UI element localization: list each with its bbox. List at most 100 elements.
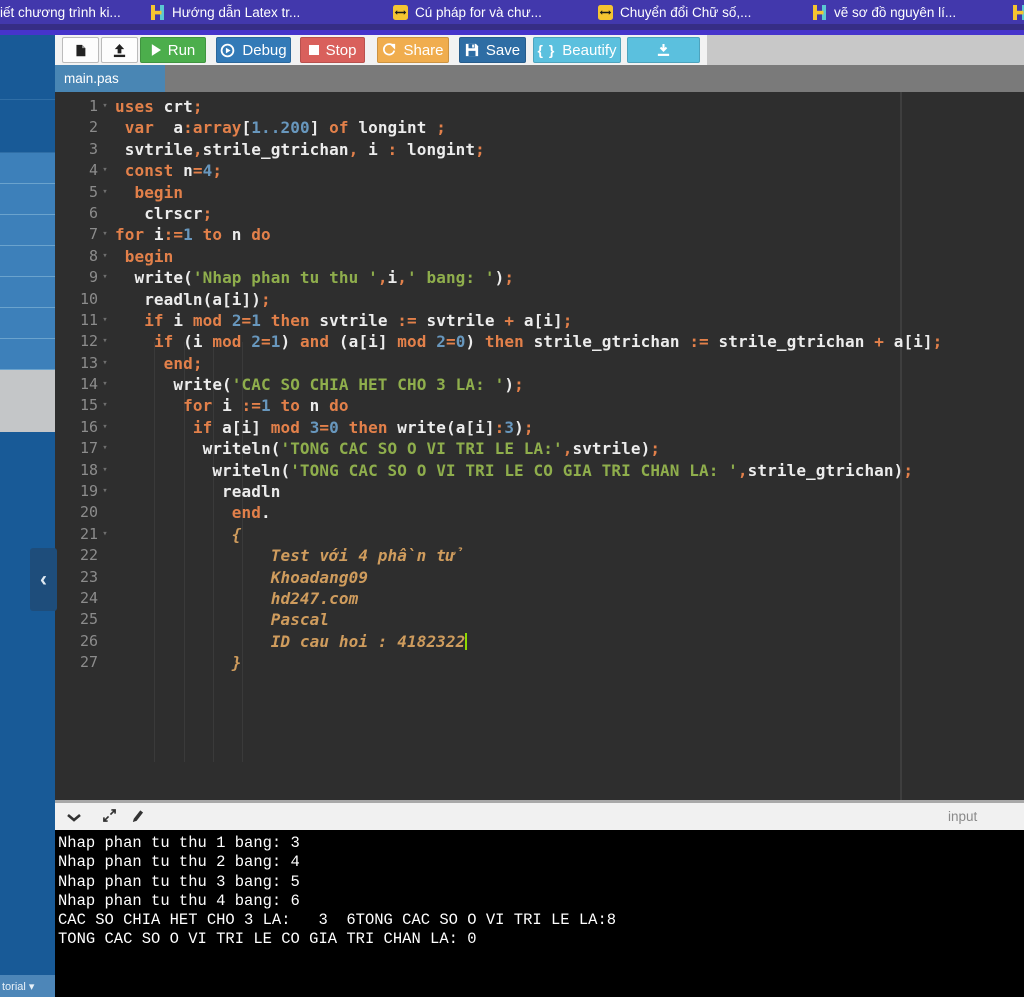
code-line[interactable]: 16 ▾ if a[i] mod 3=0 then write(a[i]:3); (55, 417, 1024, 438)
fold-caret-icon[interactable]: ▾ (98, 438, 112, 459)
code-text: end; (163, 353, 203, 373)
bookmark-item[interactable]: Hướng dẫn Latex tr... (150, 0, 300, 24)
line-number: 22 (79, 546, 98, 565)
code-line[interactable]: 4 ▾ const n=4; (55, 160, 1024, 181)
gutter-cell: 9 ▾ (55, 267, 115, 288)
code-text: end. (231, 503, 271, 523)
code-line[interactable]: 19 ▾ readln (55, 481, 1024, 502)
sidebar-row[interactable] (0, 184, 55, 215)
fold-caret-icon[interactable]: ▾ (98, 481, 112, 502)
console-output[interactable]: Nhap phan tu thu 1 bang: 3 Nhap phan tu t… (55, 830, 1024, 997)
sidebar-row[interactable] (0, 153, 55, 184)
code-line[interactable]: 27 } (55, 652, 1024, 673)
play-icon (151, 44, 161, 56)
sidebar-footer-link[interactable]: torial ▾ (0, 975, 55, 997)
bookmark-item[interactable] (1012, 0, 1024, 24)
beautify-button[interactable]: { } Beautify (533, 37, 621, 63)
sidebar-row[interactable] (0, 308, 55, 339)
console-collapse-button[interactable] (65, 810, 83, 826)
bookmark-item[interactable]: iết chương trình ki... (0, 0, 121, 24)
sidebar-row[interactable] (0, 370, 55, 432)
fold-caret-empty (98, 289, 112, 310)
code-line[interactable]: 22 Test với 4 phần tử (55, 545, 1024, 566)
expand-icon (102, 809, 116, 827)
sidebar-row[interactable] (0, 246, 55, 277)
code-line[interactable]: 5 ▾ begin (55, 182, 1024, 203)
code-line[interactable]: 23 Khoadang09 (55, 567, 1024, 588)
code-line[interactable]: 12 ▾ if (i mod 2=1) and (a[i] mod 2=0) th… (55, 331, 1024, 352)
console-input-label: input (948, 809, 978, 824)
bookmark-item[interactable]: Chuyển đổi Chữ số,... (598, 0, 751, 24)
tab-filename: main.pas (64, 71, 119, 86)
fold-caret-icon[interactable]: ▾ (98, 224, 112, 245)
fold-caret-icon[interactable]: ▾ (98, 246, 112, 267)
code-line[interactable]: 26 ID cau hoi : 4182322 (55, 631, 1024, 652)
sidebar-row[interactable] (0, 100, 55, 153)
line-number: 25 (79, 610, 98, 629)
bookmark-item[interactable]: vẽ sơ đồ nguyên lí... (812, 0, 956, 24)
line-number: 15 (79, 396, 98, 415)
line-number: 1 (88, 97, 98, 115)
code-line[interactable]: 24 hd247.com (55, 588, 1024, 609)
code-line[interactable]: 20 end. (55, 502, 1024, 523)
gutter-cell: 23 (55, 567, 115, 588)
pen-icon (131, 809, 144, 827)
fold-caret-icon[interactable]: ▾ (98, 460, 112, 481)
upload-button[interactable] (101, 37, 138, 63)
fold-caret-icon[interactable]: ▾ (98, 267, 112, 288)
new-file-button[interactable] (62, 37, 99, 63)
fold-caret-icon[interactable]: ▾ (98, 331, 112, 352)
collapse-sidebar-button[interactable]: ‹ (30, 548, 57, 611)
debug-button[interactable]: Debug (216, 37, 291, 63)
code-editor[interactable]: 1 ▾ uses crt; 2 var a:array[1..200] of long… (55, 92, 1024, 800)
code-line[interactable]: 6 clrscr; (55, 203, 1024, 224)
code-line[interactable]: 21 ▾ { (55, 524, 1024, 545)
fold-caret-icon[interactable]: ▾ (98, 395, 112, 416)
code-line[interactable]: 18 ▾ writeln('TONG CAC SO O VI TRI LE CO … (55, 460, 1024, 481)
fold-caret-icon[interactable]: ▾ (98, 374, 112, 395)
bookmark-item[interactable]: Cú pháp for và chư... (393, 0, 542, 24)
console-expand-button[interactable] (100, 809, 118, 827)
fold-caret-icon[interactable]: ▾ (98, 524, 112, 545)
tab-main-pas[interactable]: main.pas (55, 65, 165, 92)
code-line[interactable]: 8 ▾ begin (55, 246, 1024, 267)
run-button[interactable]: Run (140, 37, 206, 63)
code-line[interactable]: 17 ▾ writeln('TONG CAC SO O VI TRI LE LA:… (55, 438, 1024, 459)
sidebar-row[interactable] (0, 215, 55, 246)
share-label: Share (403, 41, 444, 59)
code-line[interactable]: 3 svtrile,strile_gtrichan, i : longint; (55, 139, 1024, 160)
code-line[interactable]: 7 ▾ for i:=1 to n do (55, 224, 1024, 245)
fold-caret-icon[interactable]: ▾ (98, 160, 112, 181)
code-line[interactable]: 25 Pascal (55, 609, 1024, 630)
code-text: begin (134, 182, 184, 202)
fold-caret-empty (98, 139, 112, 160)
code-line[interactable]: 11 ▾ if i mod 2=1 then svtrile := svtrile… (55, 310, 1024, 331)
code-text: Khoadang09 (115, 567, 369, 587)
fold-caret-icon[interactable]: ▾ (98, 310, 112, 331)
fold-caret-icon[interactable]: ▾ (98, 96, 112, 117)
gutter-cell: 2 (55, 117, 115, 138)
share-button[interactable]: Share (377, 37, 449, 63)
code-line[interactable]: 15 ▾ for i :=1 to n do (55, 395, 1024, 416)
line-number: 4 (88, 161, 98, 180)
upload-icon (112, 43, 127, 58)
sidebar-row[interactable] (0, 339, 55, 370)
gutter-cell: 4 ▾ (55, 160, 115, 181)
fold-caret-icon[interactable]: ▾ (98, 353, 112, 374)
code-line[interactable]: 9 ▾ write('Nhap phan tu thu ',i,' bang: '… (55, 267, 1024, 288)
download-button[interactable] (627, 37, 700, 63)
sidebar-row[interactable] (0, 35, 55, 100)
save-button[interactable]: Save (459, 37, 526, 63)
code-line[interactable]: 1 ▾ uses crt; (55, 96, 1024, 117)
code-line[interactable]: 10 readln(a[i]); (55, 289, 1024, 310)
code-text: } (115, 653, 242, 673)
code-line[interactable]: 2 var a:array[1..200] of longint ; (55, 117, 1024, 138)
stop-button[interactable]: Stop (300, 37, 365, 63)
code-line[interactable]: 13 ▾ end; (55, 353, 1024, 374)
console-pen-button[interactable] (128, 810, 146, 826)
line-number: 8 (88, 246, 98, 265)
sidebar-row[interactable] (0, 277, 55, 308)
code-line[interactable]: 14 ▾ write('CAC SO CHIA HET CHO 3 LA: '); (55, 374, 1024, 395)
fold-caret-icon[interactable]: ▾ (98, 417, 112, 438)
fold-caret-icon[interactable]: ▾ (98, 182, 112, 203)
